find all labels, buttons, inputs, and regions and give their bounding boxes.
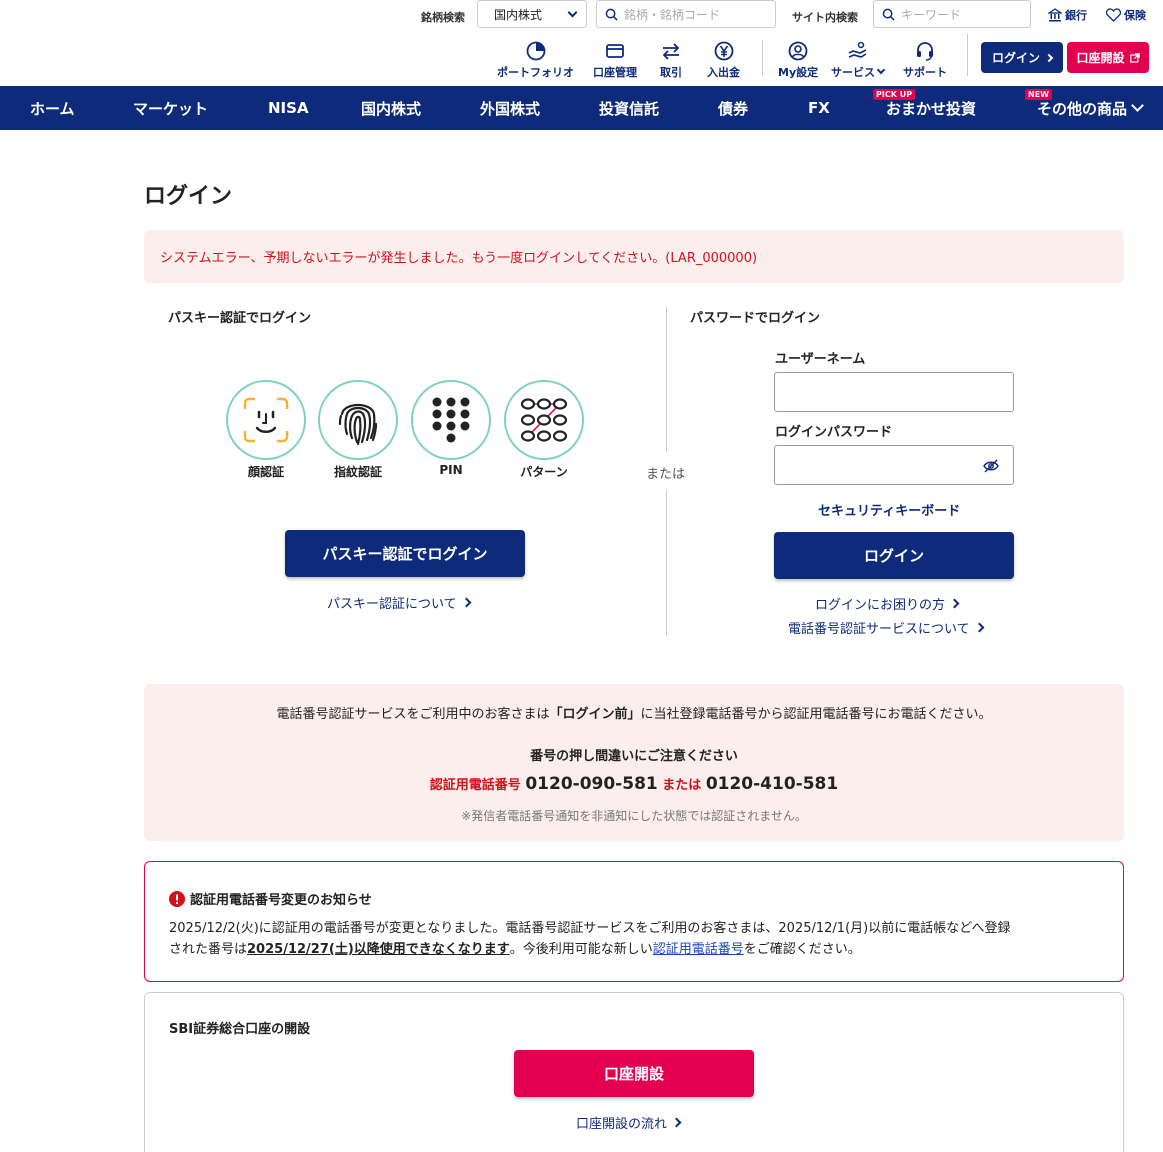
site-search-label: サイト内検索 (792, 11, 858, 24)
portfolio-tool[interactable]: ポートフォリオ (497, 40, 574, 80)
portfolio-icon (526, 41, 545, 61)
new-auth-number-link[interactable]: 認証用電話番号 (653, 942, 744, 957)
phone-number-1: 0120-090-581 (525, 774, 658, 794)
passkey-section-title: パスキー認証でログイン (168, 311, 312, 326)
error-message: システムエラー、予期しないエラーが発生しました。もう一度ログインしてください。(… (144, 230, 1124, 283)
nav-other-products[interactable]: その他の商品 (1037, 86, 1144, 130)
password-label: ログインパスワード (775, 425, 893, 440)
or-label: または (646, 467, 686, 482)
phone-numbers: 認証用電話番号 0120-090-581 または 0120-410-581 (429, 774, 839, 794)
notice-title: 認証用電話番号変更のお知らせ (190, 893, 372, 908)
stock-type-select[interactable]: 国内株式 (477, 0, 587, 28)
nav-market[interactable]: マーケット (133, 86, 208, 130)
search-icon (605, 8, 618, 21)
pattern-icon (520, 398, 568, 442)
exchange-icon (662, 43, 680, 60)
external-link-icon (1129, 52, 1140, 63)
service-tool[interactable]: サービス (831, 40, 886, 80)
card-icon (606, 44, 624, 58)
passkey-login-button[interactable]: パスキー認証でログイン (285, 530, 525, 577)
phone-change-notice: 認証用電話番号変更のお知らせ 2025/12/2(火)に認証用の電話番号が変更と… (144, 861, 1124, 982)
face-auth-label: 顔認証 (247, 465, 284, 479)
fingerprint-auth-circle (318, 380, 398, 460)
password-login-button[interactable]: ログイン (774, 532, 1014, 579)
trade-tool[interactable]: 取引 (660, 40, 682, 80)
passkey-about-link[interactable]: パスキー認証について (327, 593, 472, 612)
nav-foreign-stocks[interactable]: 外国株式 (480, 86, 540, 130)
nav-investment-trust[interactable]: 投資信託 (599, 86, 659, 130)
keypad-icon (432, 397, 470, 443)
face-auth-circle (226, 380, 306, 460)
pin-auth-label: PIN (439, 463, 463, 477)
security-keyboard-link[interactable]: セキュリティキーボード (818, 500, 960, 519)
password-input[interactable] (774, 445, 1014, 485)
account-management-tool[interactable]: 口座管理 (593, 40, 637, 80)
nav-robo-advisor[interactable]: おまかせ投資 (886, 86, 976, 130)
open-account-button[interactable]: 口座開設 (514, 1050, 754, 1097)
yen-icon (714, 41, 733, 61)
header-open-account-button[interactable]: 口座開設 (1067, 42, 1149, 73)
tool-divider (967, 34, 968, 76)
face-icon (243, 397, 289, 443)
pin-auth-circle (411, 380, 491, 460)
username-input[interactable] (774, 372, 1014, 412)
pattern-auth-circle (504, 380, 584, 460)
open-account-box: SBI証券総合口座の開設 口座開設 口座開設の流れ (144, 992, 1124, 1152)
notice-title-row: 認証用電話番号変更のお知らせ (169, 889, 372, 908)
stock-search-label: 銘柄検索 (421, 11, 465, 24)
service-icon (848, 41, 866, 58)
chevron-right-icon (1044, 53, 1054, 62)
nav-nisa[interactable]: NISA (268, 86, 309, 130)
chevron-down-icon (876, 65, 886, 75)
support-tool[interactable]: サポート (903, 40, 947, 80)
pattern-auth-label: パターン (520, 465, 568, 479)
deposit-withdraw-tool[interactable]: 入出金 (707, 40, 740, 80)
site-search-input[interactable]: キーワード (873, 0, 1031, 28)
main-nav: ホーム マーケット NISA 国内株式 外国株式 投資信託 債券 FX PICK… (0, 86, 1163, 130)
user-icon (788, 41, 808, 61)
chevron-right-icon (974, 622, 985, 633)
phone-note: ※発信者電話番号通知を非通知にした状態では認証されません。 (461, 809, 807, 823)
nav-bonds[interactable]: 債券 (718, 86, 748, 130)
nav-domestic-stocks[interactable]: 国内株式 (361, 86, 421, 130)
chevron-down-icon (1131, 99, 1144, 112)
search-icon (882, 8, 895, 21)
chevron-right-icon (461, 597, 472, 608)
tool-divider (762, 40, 763, 76)
page-title: ログイン (144, 184, 233, 209)
notice-body: 2025/12/2(火)に認証用の電話番号が変更となりました。電話番号認証サービ… (169, 921, 1011, 957)
phone-auth-service-link[interactable]: 電話番号認証サービスについて (788, 618, 985, 637)
vertical-divider (666, 490, 667, 636)
chevron-right-icon (949, 598, 960, 609)
header-login-button[interactable]: ログイン (981, 42, 1063, 73)
chevron-right-icon (671, 1117, 682, 1128)
open-account-flow-link[interactable]: 口座開設の流れ (576, 1113, 682, 1132)
eye-slash-icon[interactable] (983, 459, 999, 473)
phone-caution: 番号の押し間違いにご注意ください (530, 749, 738, 764)
my-settings-tool[interactable]: My設定 (778, 40, 818, 80)
login-trouble-link[interactable]: ログインにお困りの方 (815, 594, 960, 613)
fingerprint-auth-label: 指紋認証 (333, 465, 382, 479)
nav-fx[interactable]: FX (808, 86, 830, 130)
insurance-icon (1106, 8, 1121, 22)
username-label: ユーザーネーム (775, 352, 866, 367)
headset-icon (917, 42, 933, 61)
open-account-title: SBI証券総合口座の開設 (169, 1022, 311, 1037)
nav-home[interactable]: ホーム (30, 86, 75, 130)
fingerprint-icon (338, 403, 378, 446)
bank-icon (1048, 8, 1062, 22)
alert-icon (169, 890, 185, 907)
stock-search-input[interactable]: 銘柄・銘柄コード (596, 0, 776, 28)
vertical-divider (666, 307, 667, 452)
chevron-down-icon (567, 7, 578, 17)
insurance-link[interactable]: 保険 (1106, 7, 1146, 23)
phone-auth-info-box: 電話番号認証サービスをご利用中のお客さまは「ログイン前」に当社登録電話番号から認… (144, 684, 1124, 841)
phone-number-2: 0120-410-581 (705, 774, 839, 794)
bank-link[interactable]: 銀行 (1048, 7, 1087, 23)
phone-info-line: 電話番号認証サービスをご利用中のお客さまは「ログイン前」に当社登録電話番号から認… (276, 707, 992, 722)
password-section-title: パスワードでログイン (690, 311, 821, 326)
